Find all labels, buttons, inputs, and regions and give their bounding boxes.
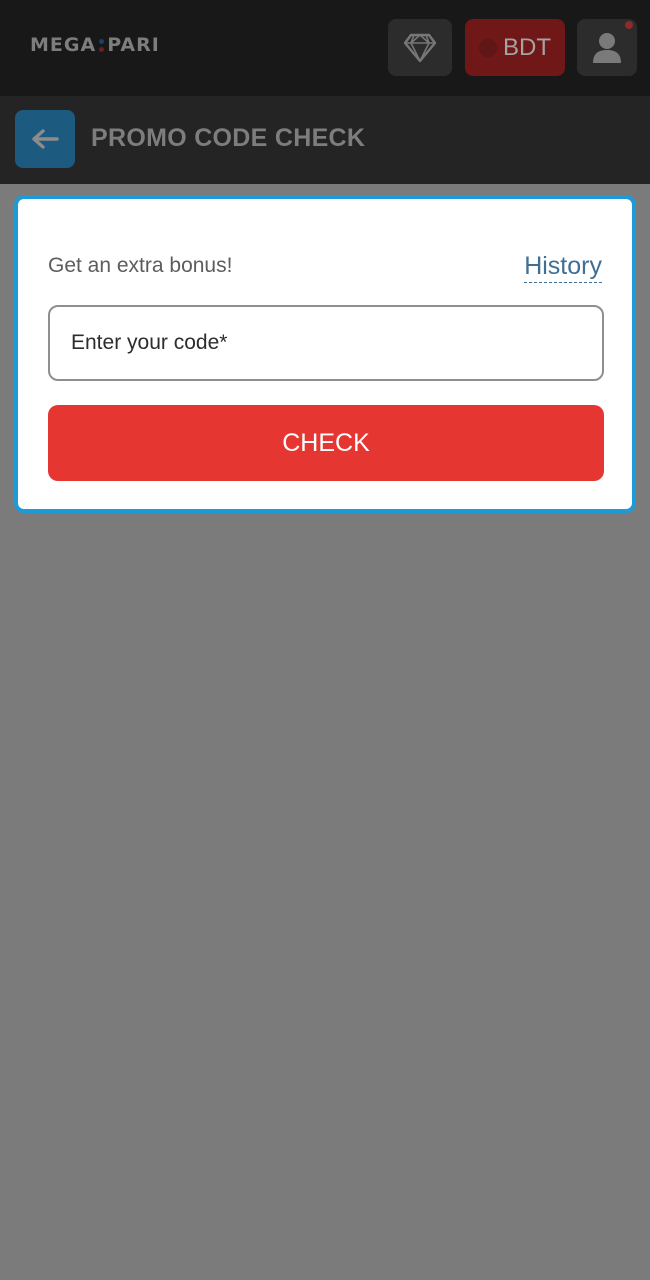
promo-code-card: Get an extra bonus! History CHECK	[14, 195, 636, 513]
megapari-logo[interactable]: MEGA PARI	[30, 34, 160, 56]
page-title: PROMO CODE CHECK	[91, 124, 366, 152]
top-header: MEGA PARI BDT	[0, 0, 650, 96]
promo-code-input[interactable]	[48, 305, 604, 381]
logo-text-right: PARI	[107, 34, 160, 56]
currency-label: BDT	[503, 33, 551, 61]
history-link[interactable]: History	[524, 252, 602, 283]
currency-button[interactable]: BDT	[465, 19, 565, 76]
gem-button[interactable]	[388, 19, 452, 76]
notification-dot	[625, 21, 633, 29]
arrow-left-icon	[32, 129, 59, 149]
coin-icon	[479, 38, 497, 57]
bonus-text: Get an extra bonus!	[48, 254, 233, 277]
diamond-icon	[403, 33, 437, 62]
logo-text-left: MEGA	[30, 34, 97, 56]
back-button[interactable]	[15, 110, 75, 168]
logo-dots-icon	[99, 38, 105, 52]
page-header: PROMO CODE CHECK	[0, 96, 650, 184]
user-profile-button[interactable]	[577, 19, 637, 76]
check-button[interactable]: CHECK	[48, 405, 604, 481]
user-icon	[593, 32, 621, 63]
